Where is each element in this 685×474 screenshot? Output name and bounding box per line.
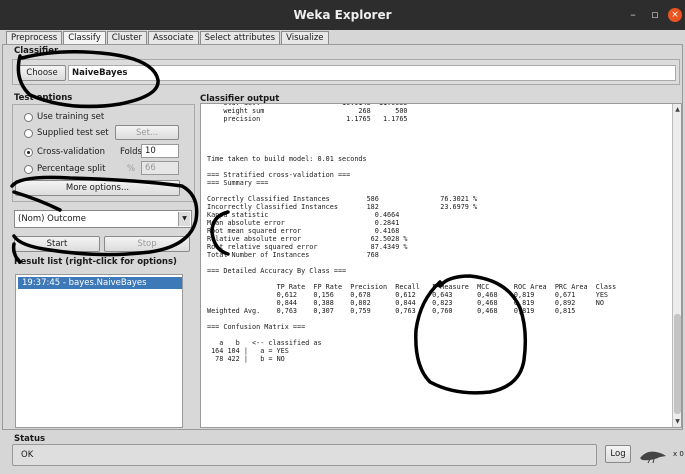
classifier-output-text: Std. dev. 10.9148 11.0055 weight sum 268… [207, 103, 617, 363]
result-list-label: Result list (right-click for options) [14, 257, 177, 267]
scroll-up-icon[interactable]: ▲ [673, 106, 681, 113]
use-training-set-radio[interactable]: Use training set [24, 112, 104, 122]
tab-preprocess[interactable]: Preprocess [6, 31, 63, 44]
status-bar: OK [12, 444, 597, 466]
set-button[interactable]: Set... [115, 125, 179, 140]
tab-classify[interactable]: Classify [63, 31, 106, 44]
worker-count: x 0 [673, 450, 684, 458]
percentage-split-radio[interactable]: Percentage split [24, 164, 105, 174]
result-list-item[interactable]: 19:37:45 - bayes.NaiveBayes [18, 277, 182, 289]
class-attribute-select[interactable]: (Nom) Outcome ▼ [14, 210, 192, 228]
stop-button[interactable]: Stop [104, 236, 190, 252]
scroll-thumb[interactable] [674, 314, 681, 414]
percent-field[interactable]: 66 [141, 161, 179, 175]
tab-select-attributes[interactable]: Select attributes [199, 31, 281, 44]
classifier-name-field[interactable]: NaiveBayes [68, 65, 676, 81]
chevron-down-icon: ▼ [178, 212, 190, 226]
cross-validation-radio[interactable]: Cross-validation [24, 147, 105, 157]
window-title: Weka Explorer [293, 8, 392, 22]
folds-field[interactable]: 10 [141, 144, 179, 158]
classifier-output-panel[interactable]: Std. dev. 10.9148 11.0055 weight sum 268… [200, 103, 682, 428]
minimize-button[interactable]: – [626, 8, 640, 22]
result-list[interactable]: 19:37:45 - bayes.NaiveBayes [15, 274, 183, 428]
radio-selected-icon [24, 147, 33, 157]
class-attribute-value: (Nom) Outcome [18, 214, 86, 224]
test-options-label: Test options [14, 93, 73, 103]
maximize-button[interactable]: ▫ [648, 8, 662, 22]
start-button[interactable]: Start [14, 236, 100, 252]
tab-bar: Preprocess Classify Cluster Associate Se… [6, 31, 330, 44]
status-label: Status [14, 434, 46, 444]
tab-visualize[interactable]: Visualize [281, 31, 329, 44]
radio-icon [24, 112, 33, 122]
percent-sign: % [127, 164, 136, 174]
weka-bird-icon[interactable] [636, 446, 676, 464]
folds-label: Folds [120, 147, 142, 157]
radio-icon [24, 128, 33, 138]
choose-button[interactable]: Choose [18, 65, 66, 81]
supplied-test-set-radio[interactable]: Supplied test set [24, 128, 109, 138]
scroll-down-icon[interactable]: ▼ [673, 418, 681, 425]
tab-associate[interactable]: Associate [147, 31, 199, 44]
log-button[interactable]: Log [605, 445, 631, 463]
title-bar: Weka Explorer – ▫ × [0, 0, 685, 30]
close-button[interactable]: × [668, 8, 682, 22]
output-scrollbar[interactable]: ▲ ▼ [672, 104, 681, 427]
tab-cluster[interactable]: Cluster [106, 31, 147, 44]
supplied-test-set-label: Supplied test set [37, 128, 109, 138]
classifier-section-label: Classifier [14, 46, 59, 56]
more-options-button[interactable]: More options... [15, 180, 180, 196]
status-text: OK [21, 450, 34, 460]
radio-icon [24, 164, 33, 174]
use-training-set-label: Use training set [37, 112, 105, 122]
cross-validation-label: Cross-validation [37, 147, 105, 157]
percentage-split-label: Percentage split [37, 164, 106, 174]
